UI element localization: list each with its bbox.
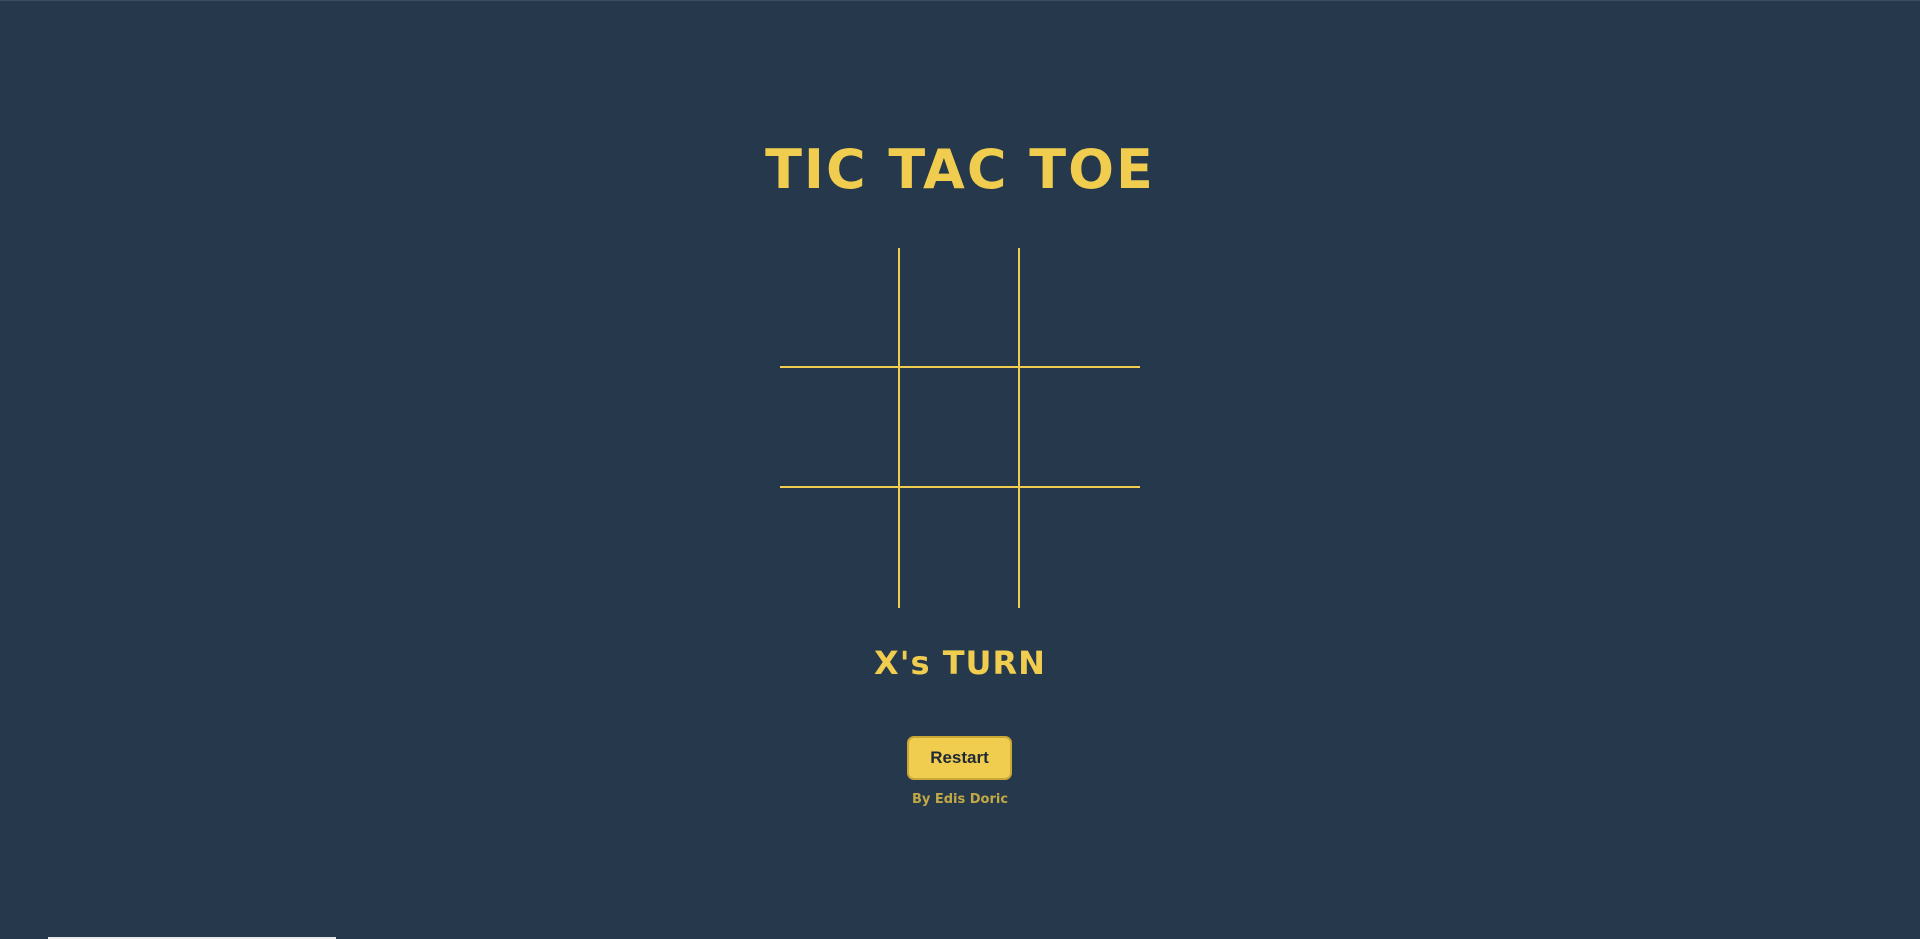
top-border	[0, 0, 1920, 1]
board-cell-3[interactable]	[1020, 248, 1140, 368]
page-title: TIC TAC TOE	[765, 138, 1155, 201]
author-credit: By Edis Doric	[911, 792, 1009, 807]
board-cell-2[interactable]	[900, 248, 1020, 368]
board-cell-9[interactable]	[1020, 488, 1140, 608]
game-board	[780, 248, 1140, 608]
restart-button[interactable]: Restart	[907, 736, 1012, 780]
board-cell-6[interactable]	[1020, 368, 1140, 488]
board-cell-1[interactable]	[780, 248, 900, 368]
board-cell-5[interactable]	[900, 368, 1020, 488]
turn-status: X's TURN	[874, 644, 1046, 682]
board-cell-8[interactable]	[900, 488, 1020, 608]
board-cell-4[interactable]	[780, 368, 900, 488]
board-cell-7[interactable]	[780, 488, 900, 608]
